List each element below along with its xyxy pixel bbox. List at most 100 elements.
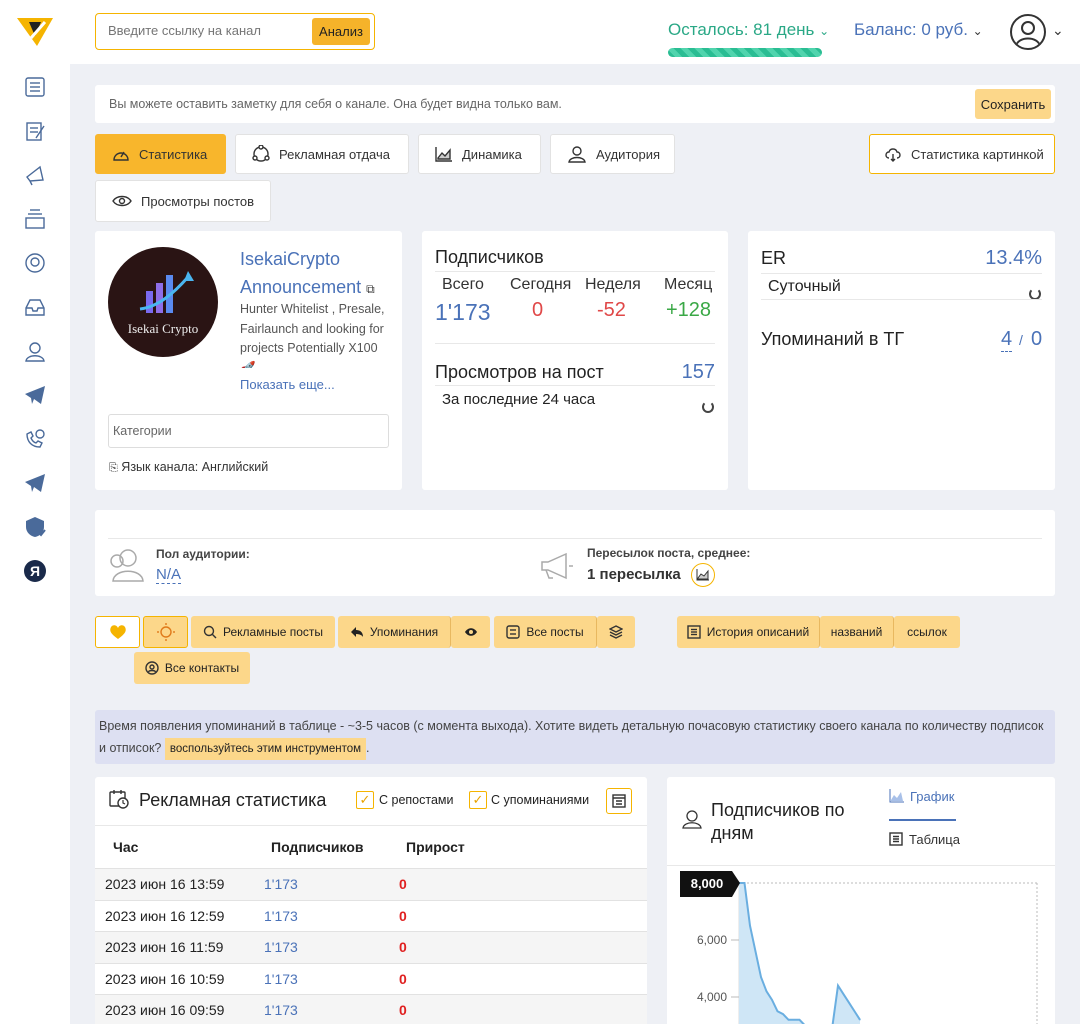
tab-dynamics[interactable]: Динамика <box>418 134 541 174</box>
eye-icon <box>112 195 132 207</box>
balance-dropdown[interactable]: Баланс: 0 руб. ⌄ <box>854 20 983 40</box>
button-label: Упоминания <box>369 625 439 639</box>
search-icon <box>203 625 217 639</box>
chart-button[interactable] <box>691 563 715 587</box>
data-point <box>793 1019 795 1021</box>
row-hour: 2023 июн 16 11:59 <box>105 939 224 955</box>
stats-image-button[interactable]: Статистика картинкой <box>869 134 1055 174</box>
tab-label: Аудитория <box>596 146 661 162</box>
tab-post-views[interactable]: Просмотры постов <box>95 180 271 222</box>
tab-statistics[interactable]: Статистика <box>95 134 226 174</box>
layers-button[interactable] <box>597 616 635 648</box>
channel-logo-chart-icon <box>139 271 194 313</box>
telegram-icon[interactable] <box>22 470 48 496</box>
er-title: ER <box>761 248 787 268</box>
tooltip-value: 8,000 <box>691 876 724 891</box>
tab-table[interactable]: Таблица <box>889 832 960 847</box>
document-edit-icon[interactable] <box>22 118 48 144</box>
info-banner: Время появления упоминаний в таблице - ~… <box>95 710 1055 764</box>
views-per-post-value: 157 <box>681 361 715 383</box>
tray-icon[interactable] <box>22 294 48 320</box>
save-note-button[interactable]: Сохранить <box>975 89 1051 119</box>
categories-select[interactable]: Категории <box>108 414 389 448</box>
inbox-stack-icon[interactable] <box>22 206 48 232</box>
table-row: 2023 июн 16 13:59 1'173 0 <box>95 868 647 900</box>
views-period: За последние 24 часа <box>442 391 596 408</box>
sun-clock-icon <box>156 623 175 641</box>
data-point <box>853 1010 856 1012</box>
row-growth: 0 <box>399 971 407 987</box>
with-reposts-checkbox[interactable]: ✓ <box>356 791 374 809</box>
data-point <box>743 882 746 884</box>
all-contacts-button[interactable]: Все контакты <box>134 652 250 684</box>
shield-check-icon[interactable] <box>22 514 48 540</box>
mentions-button[interactable]: Упоминания <box>338 616 451 648</box>
support-agent-icon[interactable] <box>22 250 48 276</box>
export-table-button[interactable] <box>606 788 632 814</box>
row-growth: 0 <box>399 939 407 955</box>
list-icon[interactable] <box>22 74 48 100</box>
mentions-views-button[interactable] <box>451 616 490 648</box>
balance-label: Баланс: 0 руб. <box>854 20 968 39</box>
chevron-down-icon[interactable]: ⌄ <box>1052 22 1064 39</box>
description-history-button[interactable]: История описаний <box>677 616 820 648</box>
y-tick-label: 6,000 <box>697 933 727 947</box>
top-header: Анализ Осталось: 81 день ⌄ Баланс: 0 руб… <box>70 0 1080 64</box>
names-history-button[interactable]: названий <box>820 616 894 648</box>
data-point <box>782 1013 784 1015</box>
data-point <box>771 999 773 1001</box>
tab-audience[interactable]: Аудитория <box>550 134 675 174</box>
yandex-icon[interactable]: Я <box>22 558 48 584</box>
button-label: Все контакты <box>164 661 240 675</box>
all-posts-button[interactable]: Все посты <box>494 616 597 648</box>
user-avatar-icon[interactable] <box>1010 14 1046 50</box>
tab-ad-return[interactable]: Рекламная отдача <box>235 134 409 174</box>
data-point <box>765 990 768 992</box>
subscribers-week: -52 <box>597 299 626 321</box>
row-subscribers: 1'173 <box>264 939 298 955</box>
remaining-days-dropdown[interactable]: Осталось: 81 день ⌄ <box>668 20 829 40</box>
favorite-button[interactable] <box>95 616 140 648</box>
analyze-button[interactable]: Анализ <box>312 18 370 45</box>
channel-search: Анализ <box>95 13 375 50</box>
show-more-link[interactable]: Показать еще... <box>240 377 335 392</box>
note-input[interactable]: Вы можете оставить заметку для себя о ка… <box>109 97 562 111</box>
list-icon <box>687 625 701 639</box>
channel-link-input[interactable] <box>108 23 298 38</box>
subs-by-day-chart: 8,0006,0004,0008,000 <box>680 871 1038 1024</box>
with-reposts-label: С репостами <box>379 793 454 807</box>
remaining-days-label: Осталось: 81 день <box>668 20 815 39</box>
er-daily-label: Суточный <box>768 278 841 295</box>
subscribers-card: Подписчиков Всего Сегодня Неделя Месяц 1… <box>422 231 728 490</box>
tool-link[interactable]: воспользуйтесь этим инструментом <box>164 738 367 760</box>
svg-text:Я: Я <box>30 563 40 579</box>
with-mentions-label: С упоминаниями <box>491 793 590 807</box>
mentions-title: Упоминаний в ТГ <box>761 329 905 349</box>
row-growth: 0 <box>399 908 407 924</box>
links-history-button[interactable]: ссылок <box>894 616 960 648</box>
gender-value[interactable]: N/A <box>156 566 182 584</box>
with-mentions-checkbox[interactable]: ✓ <box>469 791 487 809</box>
tab-label: Статистика <box>139 146 208 162</box>
loading-spinner-icon <box>702 401 714 413</box>
ad-posts-button[interactable]: Рекламные посты <box>191 616 335 648</box>
views-per-post-title: Просмотров на пост <box>435 362 604 382</box>
reply-icon <box>350 627 363 637</box>
contact-icon <box>145 661 159 675</box>
refresh-cycle-icon <box>252 145 270 162</box>
copy-icon[interactable]: ⧉ <box>366 282 375 296</box>
mentions-count[interactable]: 4 <box>1001 328 1013 352</box>
phone-question-icon[interactable] <box>22 426 48 452</box>
channel-logo-text: Isekai Crypto <box>127 321 199 336</box>
hourly-stats-button[interactable] <box>143 616 188 648</box>
forwards-value: 1 пересылка <box>587 566 681 583</box>
logo-icon[interactable] <box>17 16 53 48</box>
telegram-icon[interactable] <box>22 382 48 408</box>
users-icon[interactable] <box>22 338 48 364</box>
layers-icon <box>609 625 623 639</box>
row-hour: 2023 июн 16 12:59 <box>105 908 225 924</box>
channel-name[interactable]: IsekaiCrypto Announcement ⧉ <box>240 245 390 303</box>
megaphone-icon[interactable] <box>22 162 48 188</box>
tab-graph[interactable]: График <box>889 789 956 821</box>
table-row: 2023 июн 16 09:59 1'173 0 <box>95 994 647 1024</box>
